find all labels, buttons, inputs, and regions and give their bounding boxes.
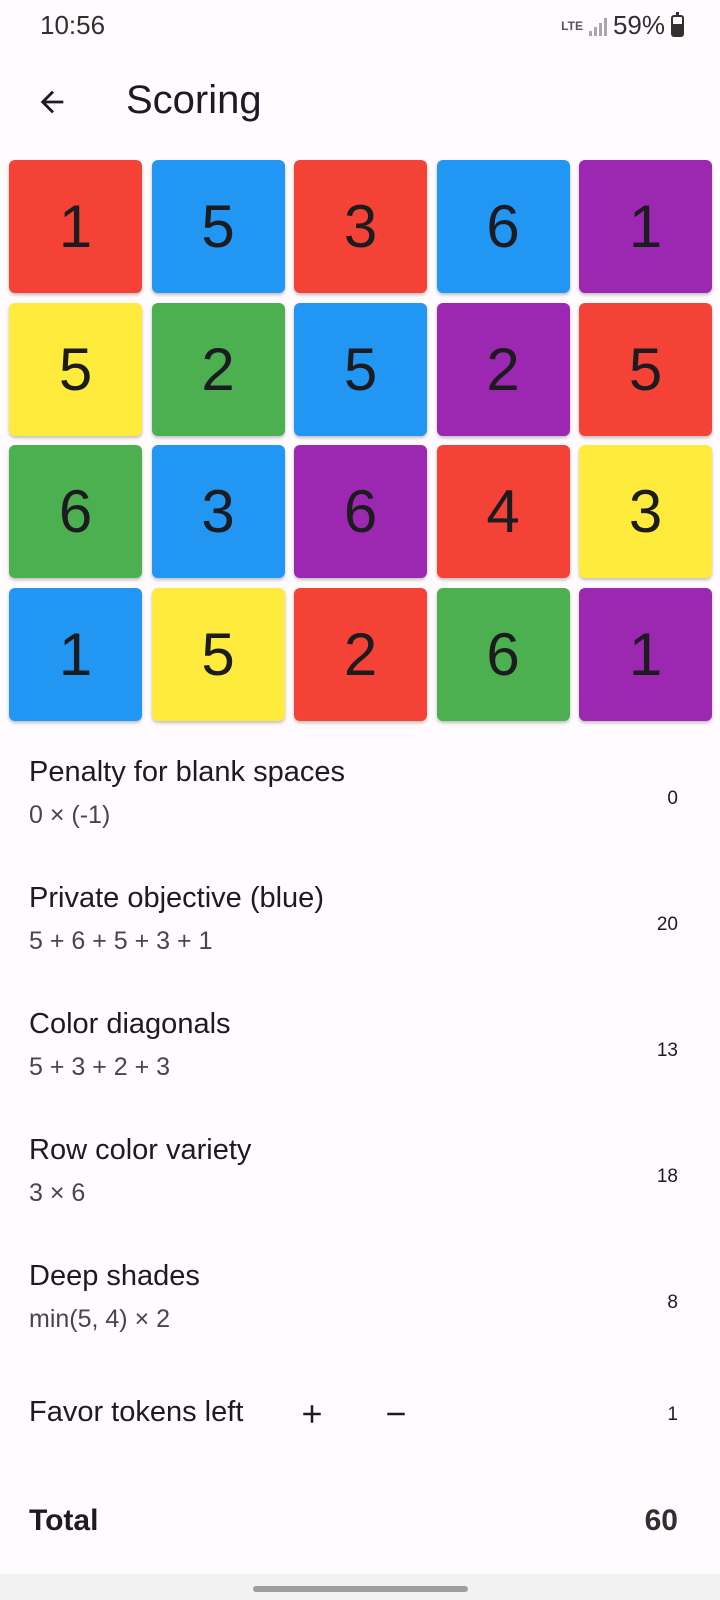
total-row: Total 60 xyxy=(0,1500,720,1550)
increment-favor-button[interactable] xyxy=(288,1390,336,1438)
minus-icon xyxy=(387,1412,405,1416)
die-cell[interactable]: 6 xyxy=(436,160,570,293)
score-row: Deep shades min(5, 4) × 2 8 xyxy=(0,1234,720,1360)
score-formula: min(5, 4) × 2 xyxy=(29,1305,171,1333)
score-label: Penalty for blank spaces xyxy=(29,756,345,788)
die-cell[interactable]: 3 xyxy=(294,160,427,293)
network-type: LTE xyxy=(561,18,583,33)
total-value: 60 xyxy=(644,1504,678,1537)
score-label: Row color variety xyxy=(29,1134,252,1166)
die-cell[interactable]: 6 xyxy=(294,445,427,578)
score-list: Penalty for blank spaces 0 × (-1) 0 Private… xyxy=(0,730,720,1360)
page-title: Scoring xyxy=(126,78,262,122)
favor-tokens-label: Favor tokens left xyxy=(29,1396,244,1428)
score-label: Color diagonals xyxy=(29,1008,231,1040)
score-row: Color diagonals 5 + 3 + 2 + 3 13 xyxy=(0,982,720,1108)
die-cell[interactable]: 5 xyxy=(9,302,142,436)
die-cell[interactable]: 2 xyxy=(436,302,570,436)
battery-percent: 59% xyxy=(612,10,665,40)
die-cell[interactable]: 3 xyxy=(151,445,285,578)
die-cell[interactable]: 2 xyxy=(294,587,427,721)
score-formula: 5 + 3 + 2 + 3 xyxy=(29,1053,171,1081)
status-time: 10:56 xyxy=(40,10,106,40)
die-cell[interactable]: 1 xyxy=(9,160,142,293)
die-cell[interactable]: 5 xyxy=(294,302,427,436)
favor-tokens-row: Favor tokens left 1 xyxy=(0,1378,720,1458)
score-row: Private objective (blue) 5 + 6 + 5 + 3 + … xyxy=(0,856,720,982)
status-bar: 10:56 LTE 59% xyxy=(0,0,720,52)
die-cell[interactable]: 3 xyxy=(579,445,712,578)
status-icons: LTE 59% xyxy=(561,10,684,41)
score-label: Private objective (blue) xyxy=(29,882,324,914)
die-cell[interactable]: 1 xyxy=(9,587,142,721)
score-label: Deep shades xyxy=(29,1260,200,1292)
die-cell[interactable]: 6 xyxy=(9,445,142,578)
plus-icon xyxy=(303,1405,321,1423)
die-cell[interactable]: 1 xyxy=(579,587,712,721)
arrow-left-icon xyxy=(40,90,64,114)
signal-icon xyxy=(588,16,607,36)
score-row: Penalty for blank spaces 0 × (-1) 0 xyxy=(0,730,720,856)
die-cell[interactable]: 1 xyxy=(579,160,712,293)
die-cell[interactable]: 2 xyxy=(151,302,285,436)
die-cell[interactable]: 5 xyxy=(151,587,285,721)
score-formula: 0 × (-1) xyxy=(29,801,111,829)
app-bar: Scoring xyxy=(0,60,720,144)
die-cell[interactable]: 6 xyxy=(436,587,570,721)
favor-tokens-value: 1 xyxy=(667,1404,678,1425)
decrement-favor-button[interactable] xyxy=(372,1390,420,1438)
home-gesture-handle[interactable] xyxy=(253,1586,468,1592)
score-value: 0 xyxy=(667,788,678,809)
dice-grid: 15361525256364315261 xyxy=(9,160,713,721)
score-value: 20 xyxy=(656,914,678,935)
battery-icon xyxy=(671,11,684,37)
die-cell[interactable]: 5 xyxy=(579,302,712,436)
score-value: 8 xyxy=(667,1292,678,1313)
total-label: Total xyxy=(29,1504,99,1537)
score-formula: 5 + 6 + 5 + 3 + 1 xyxy=(29,927,213,955)
die-cell[interactable]: 4 xyxy=(436,445,570,578)
score-value: 13 xyxy=(656,1040,678,1061)
back-button[interactable] xyxy=(24,74,80,130)
die-cell[interactable]: 5 xyxy=(151,160,285,293)
score-row: Row color variety 3 × 6 18 xyxy=(0,1108,720,1234)
score-formula: 3 × 6 xyxy=(29,1179,86,1207)
score-value: 18 xyxy=(656,1166,678,1187)
navigation-bar xyxy=(0,1574,720,1600)
